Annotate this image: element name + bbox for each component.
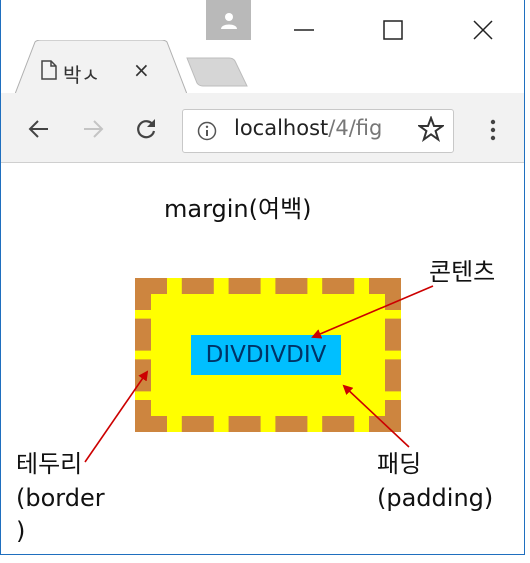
padding-arrow <box>342 384 410 448</box>
browser-window: 박ㅅ × localhost/4/fig margin(여백) DIVDIVDI… <box>0 0 525 555</box>
border-arrow <box>84 370 149 463</box>
content-arrow <box>311 285 434 339</box>
annotation-arrows <box>84 285 434 463</box>
